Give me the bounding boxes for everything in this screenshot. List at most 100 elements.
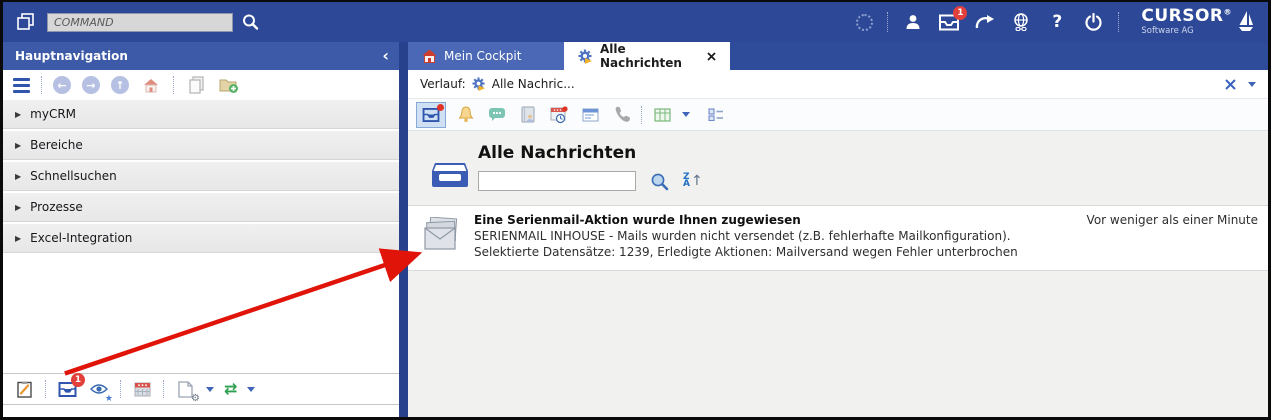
clear-history-icon[interactable] xyxy=(1225,79,1236,90)
divider xyxy=(173,76,174,94)
collapse-panel-icon[interactable]: ‹ xyxy=(382,48,389,64)
contact-book-icon[interactable] xyxy=(517,104,539,126)
divider xyxy=(45,380,46,398)
nav-item-excel-integration[interactable]: ▶ Excel-Integration xyxy=(3,224,399,253)
alerts-bell-icon[interactable] xyxy=(455,104,477,126)
chevron-down-icon[interactable] xyxy=(1248,82,1256,87)
nav-accordion: ▶ myCRM ▶ Bereiche ▶ Schnellsuchen ▶ Pro… xyxy=(3,100,399,255)
expand-arrow-icon: ▶ xyxy=(15,172,21,181)
watchlist-eye-icon[interactable]: ★ xyxy=(88,378,110,400)
nav-toolbar: ← → ↑ xyxy=(3,70,399,100)
sort-icon[interactable]: ZA ↑ xyxy=(683,173,703,189)
search-icon[interactable] xyxy=(241,13,259,31)
up-icon[interactable]: ↑ xyxy=(111,76,129,94)
list-search: ZA ↑ xyxy=(478,171,703,191)
messages-toolbar xyxy=(408,99,1268,131)
history-bar: Verlauf: Alle Nachric... xyxy=(408,70,1268,99)
all-messages-button[interactable] xyxy=(416,102,446,128)
nav-item-schnellsuchen[interactable]: ▶ Schnellsuchen xyxy=(3,162,399,191)
inbox-icon[interactable]: 1 xyxy=(56,378,78,400)
divider xyxy=(1118,12,1119,32)
divider xyxy=(120,380,121,398)
expand-arrow-icon: ▶ xyxy=(15,110,21,119)
mail-stack-icon xyxy=(422,213,474,261)
divider xyxy=(887,12,888,32)
tab-bar: Mein Cockpit Alle Nachrichten xyxy=(408,42,1268,70)
tab-label: Alle Nachrichten xyxy=(600,42,700,70)
chevron-down-icon[interactable] xyxy=(247,387,255,392)
inbox-badge: 1 xyxy=(953,6,967,20)
logo-title: CURSOR® xyxy=(1141,8,1232,25)
app-window: 1 ? xyxy=(0,0,1271,420)
chevron-down-icon[interactable] xyxy=(682,112,690,117)
nav-panel-title: Hauptnavigation xyxy=(15,49,128,63)
nav-panel-header: Hauptnavigation ‹ xyxy=(3,42,399,70)
phone-icon[interactable] xyxy=(610,104,632,126)
panel-separator xyxy=(399,42,408,70)
notification-dot xyxy=(437,104,444,111)
message-line-1: SERIENMAIL INHOUSE - Mails wurden nicht … xyxy=(474,229,1067,245)
table-view-icon[interactable] xyxy=(651,104,673,126)
quick-access-toolbar: 1 ★ xyxy=(3,373,399,404)
expand-arrow-icon: ▶ xyxy=(15,203,21,212)
sailboat-icon xyxy=(1238,10,1254,34)
navigation-panel: ← → ↑ xyxy=(3,70,399,417)
detail-list-icon[interactable] xyxy=(705,104,727,126)
cursor-logo: CURSOR® Software AG xyxy=(1137,5,1258,39)
inbox-badge: 1 xyxy=(71,373,85,387)
web-link-icon[interactable] xyxy=(1010,11,1032,33)
back-icon[interactable]: ← xyxy=(53,76,71,94)
home-icon xyxy=(422,49,437,63)
nav-item-prozesse[interactable]: ▶ Prozesse xyxy=(3,193,399,222)
calendar-icon[interactable] xyxy=(131,378,153,400)
close-tab-icon[interactable] xyxy=(707,52,716,61)
messages-filter-input[interactable] xyxy=(478,171,636,191)
power-logout-icon[interactable] xyxy=(1082,11,1104,33)
tab-label: Mein Cockpit xyxy=(444,49,521,63)
content-header: Alle Nachrichten ZA xyxy=(408,131,1268,191)
history-entry[interactable]: Alle Nachric... xyxy=(492,77,575,91)
tab-alle-nachrichten[interactable]: Alle Nachrichten xyxy=(564,42,730,70)
topbar-actions: 1 ? xyxy=(856,5,1258,39)
expand-arrow-icon: ▶ xyxy=(15,234,21,243)
calendar-clock-icon[interactable] xyxy=(548,104,570,126)
chat-icon[interactable] xyxy=(486,104,508,126)
nav-item-bereiche[interactable]: ▶ Bereiche xyxy=(3,131,399,160)
inbox-icon[interactable]: 1 xyxy=(938,11,960,33)
statusbar-strip xyxy=(3,404,399,417)
user-icon[interactable] xyxy=(902,11,924,33)
copy-icon[interactable] xyxy=(185,74,207,96)
process-gear-icon xyxy=(578,49,593,64)
notes-clipboard-icon[interactable] xyxy=(13,378,35,400)
nav-item-mycrm[interactable]: ▶ myCRM xyxy=(3,100,399,129)
panel-view-icon[interactable] xyxy=(579,104,601,126)
inbox-large-icon xyxy=(422,143,478,191)
message-line-2: Selektierte Datensätze: 1239, Erledigte … xyxy=(474,245,1067,261)
message-title: Eine Serienmail-Aktion wurde Ihnen zugew… xyxy=(474,213,1067,227)
messages-content: Alle Nachrichten ZA xyxy=(408,131,1268,417)
panel-separator[interactable] xyxy=(399,70,408,417)
app-body: ← → ↑ xyxy=(3,70,1268,417)
help-icon[interactable]: ? xyxy=(1046,11,1068,33)
document-settings-icon[interactable]: ⚙ xyxy=(174,378,196,400)
message-list-item[interactable]: Eine Serienmail-Aktion wurde Ihnen zugew… xyxy=(408,205,1268,271)
loading-spinner-icon xyxy=(856,14,873,31)
history-label: Verlauf: xyxy=(420,77,466,91)
main-panel: Verlauf: Alle Nachric... xyxy=(408,70,1268,417)
divider xyxy=(163,380,164,398)
add-folder-icon[interactable] xyxy=(218,74,240,96)
tab-mein-cockpit[interactable]: Mein Cockpit xyxy=(408,42,564,70)
chevron-down-icon[interactable] xyxy=(206,387,214,392)
divider xyxy=(641,106,642,124)
menu-icon[interactable] xyxy=(13,78,30,93)
second-row: Hauptnavigation ‹ Mein Cockpit xyxy=(3,42,1268,70)
redo-arrow-icon[interactable] xyxy=(974,11,996,33)
forward-icon[interactable]: → xyxy=(82,76,100,94)
modules-icon[interactable] xyxy=(15,12,37,32)
gear-icon: ⚙ xyxy=(191,393,200,404)
search-icon[interactable] xyxy=(650,172,669,191)
message-timestamp: Vor weniger als einer Minute xyxy=(1067,213,1258,261)
command-input[interactable] xyxy=(47,13,233,32)
sync-icon[interactable]: ⇄ xyxy=(224,381,237,397)
home-icon[interactable] xyxy=(140,74,162,96)
